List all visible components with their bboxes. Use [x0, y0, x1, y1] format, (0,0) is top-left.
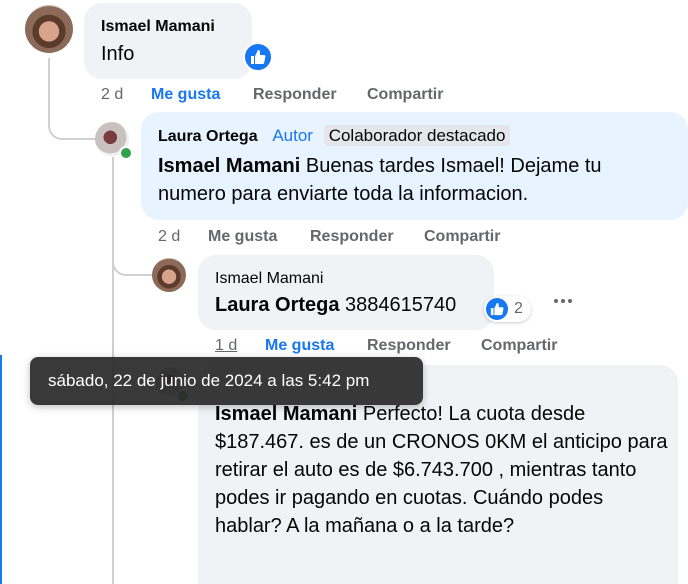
like-button[interactable]: Me gusta [151, 86, 220, 104]
share-button[interactable]: Compartir [424, 228, 500, 246]
reaction-badge[interactable] [243, 42, 273, 72]
comment-text: Ismael Mamani Perfecto! La cuota desde $… [215, 403, 668, 537]
comment-author[interactable]: Laura Ortega [158, 128, 258, 145]
comment-header: Laura Ortega Autor Colaborador destacado [158, 125, 511, 146]
mention-link[interactable]: Ismael Mamani [215, 403, 357, 425]
thumbs-up-icon [251, 50, 266, 64]
comment-timestamp[interactable]: 1 d [215, 337, 237, 355]
reply-button[interactable]: Responder [310, 228, 394, 246]
author-badge: Autor [272, 126, 313, 145]
comment-text: Info [101, 43, 135, 65]
timestamp-tooltip: sábado, 22 de junio de 2024 a las 5:42 p… [30, 357, 423, 405]
online-status-dot [119, 146, 133, 160]
comment-timestamp[interactable]: 2 d [158, 228, 180, 246]
avatar[interactable] [152, 258, 186, 292]
share-button[interactable]: Compartir [367, 86, 443, 104]
thread-line-highlight [0, 355, 2, 584]
reply-button[interactable]: Responder [253, 86, 337, 104]
comment-text: Laura Ortega 3884615740 [215, 294, 457, 316]
like-reaction [486, 298, 508, 320]
reply-button[interactable]: Responder [367, 337, 451, 355]
thumbs-up-icon [490, 302, 504, 316]
reaction-count: 2 [514, 300, 523, 317]
contributor-badge: Colaborador destacado [323, 125, 511, 146]
reaction-summary[interactable]: 2 [484, 296, 531, 322]
avatar[interactable] [25, 5, 73, 53]
share-button[interactable]: Compartir [481, 337, 557, 355]
like-button[interactable]: Me gusta [208, 228, 277, 246]
mention-link[interactable]: Ismael Mamani [158, 155, 300, 177]
like-button[interactable]: Me gusta [265, 337, 334, 355]
comment-text: Ismael Mamani Buenas tardes Ismael! Deja… [158, 155, 602, 205]
comment-author[interactable]: Ismael Mamani [215, 270, 323, 288]
mention-link[interactable]: Laura Ortega [215, 294, 339, 316]
more-options-icon[interactable] [552, 290, 573, 308]
comment-timestamp[interactable]: 2 d [101, 86, 123, 104]
comment-author[interactable]: Ismael Mamani [101, 18, 215, 36]
